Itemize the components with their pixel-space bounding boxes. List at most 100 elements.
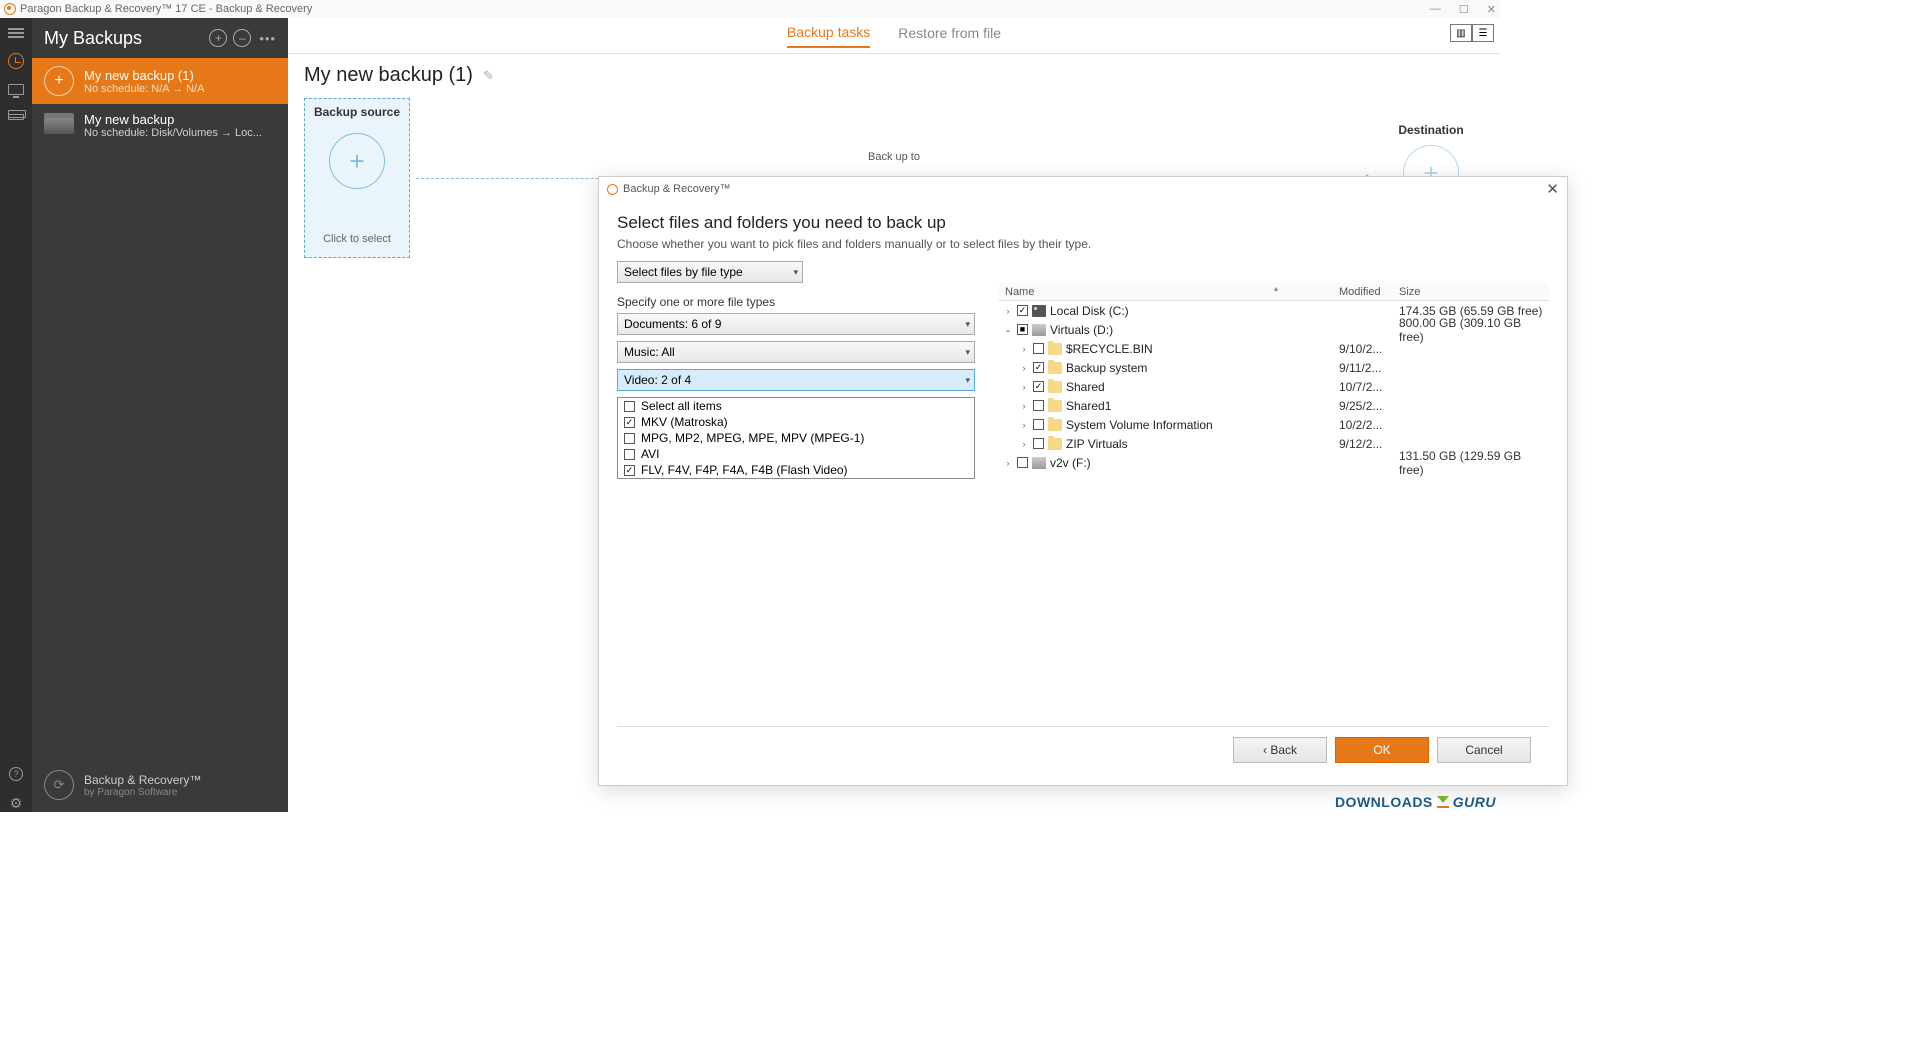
col-name[interactable]: Name [999,286,1339,298]
settings-icon[interactable]: ⚙ [10,795,23,812]
folder-icon [1048,419,1062,431]
backup-sub: No schedule: N/A → N/A [84,83,276,95]
backup-item[interactable]: My new backup No schedule: Disk/Volumes … [32,104,288,147]
folder-icon [1048,343,1062,355]
backup-to-label: Back up to [868,151,920,163]
expand-icon[interactable]: › [1003,458,1013,468]
page-title: My new backup (1) [304,64,473,87]
video-option[interactable]: ✓MKV (Matroska) [618,414,974,430]
close-button[interactable]: ✕ [1487,3,1496,16]
app-logo-icon [4,3,16,15]
recent-icon[interactable] [7,54,25,68]
checkbox-icon[interactable] [1033,400,1044,411]
backup-source-box[interactable]: Backup source + Click to select [304,98,410,258]
folder-icon [1048,438,1062,450]
minimize-button[interactable]: — [1430,3,1441,16]
sidebar-title: My Backups [44,28,203,49]
video-option[interactable]: AVI [618,446,974,462]
checkbox-icon[interactable]: ✓ [1017,305,1028,316]
remove-backup-button[interactable]: – [233,29,251,47]
product-by: by Paragon Software [84,787,201,798]
backup-item-active[interactable]: + My new backup (1) No schedule: N/A → N… [32,58,288,104]
menu-icon[interactable] [7,26,25,40]
maximize-button[interactable]: ☐ [1459,3,1469,16]
backup-sub: No schedule: Disk/Volumes → Loc... [84,127,276,139]
tree-row[interactable]: ›v2v (F:)131.50 GB (129.59 GB free) [999,453,1549,472]
select-mode-dropdown[interactable]: Select files by file type [617,261,803,283]
checkbox-icon [624,449,635,460]
tree-row[interactable]: ›✓Backup system9/11/2... [999,358,1549,377]
add-backup-button[interactable]: + [209,29,227,47]
dest-label: Destination [1398,123,1463,137]
tree-row[interactable]: ⌄■Virtuals (D:)800.00 GB (309.10 GB free… [999,320,1549,339]
download-icon [1437,796,1449,808]
tab-backup-tasks[interactable]: Backup tasks [787,24,870,48]
disk-icon [1032,457,1046,469]
left-nav-rail: ? ⚙ [0,18,32,812]
expand-icon[interactable]: › [1019,382,1029,392]
checkbox-icon[interactable]: ✓ [1033,362,1044,373]
col-modified[interactable]: Modified [1339,286,1399,298]
video-options-dropdown: Select all items✓MKV (Matroska)MPG, MP2,… [617,397,975,479]
dialog-close-button[interactable]: ✕ [1546,180,1559,198]
folder-icon [1048,381,1062,393]
filetype-music-select[interactable]: Music: All [617,341,975,363]
specify-label: Specify one or more file types [617,295,977,309]
ok-button[interactable]: OK [1335,737,1429,763]
tab-restore[interactable]: Restore from file [898,25,1001,47]
folder-icon [1048,400,1062,412]
video-option[interactable]: Select all items [618,398,974,414]
file-tree: Name ▴ Modified Size ›✓Local Disk (C:)17… [999,283,1549,479]
checkbox-icon[interactable]: ■ [1017,324,1028,335]
sort-indicator-icon: ▴ [1274,284,1278,293]
filetype-documents-select[interactable]: Documents: 6 of 9 [617,313,975,335]
drives-icon[interactable] [7,110,25,124]
filetype-video-select[interactable]: Video: 2 of 4 [617,369,975,391]
expand-icon[interactable]: › [1019,363,1029,373]
checkbox-icon[interactable] [1033,419,1044,430]
video-option[interactable]: MPG, MP2, MPEG, MPE, MPV (MPEG-1) [618,430,974,446]
help-icon[interactable]: ? [9,767,23,781]
view-list-button[interactable]: ☰ [1472,24,1494,42]
cancel-button[interactable]: Cancel [1437,737,1531,763]
window-title: Paragon Backup & Recovery™ 17 CE - Backu… [20,3,312,15]
backup-name: My new backup (1) [84,68,276,83]
expand-icon[interactable]: › [1019,420,1029,430]
hdd-icon [1032,305,1046,317]
checkbox-icon[interactable] [1033,438,1044,449]
dialog-description: Choose whether you want to pick files an… [617,237,1549,251]
tree-row[interactable]: ›System Volume Information10/2/2... [999,415,1549,434]
computer-icon[interactable] [7,82,25,96]
window-titlebar: Paragon Backup & Recovery™ 17 CE - Backu… [0,0,1500,18]
dialog-logo-icon [607,184,618,195]
dialog-title: Backup & Recovery™ [623,183,731,195]
disk-stack-icon [44,118,74,134]
sidebar: My Backups + – ••• + My new backup (1) N… [32,18,288,812]
checkbox-icon [624,433,635,444]
checkbox-icon[interactable]: ✓ [1033,381,1044,392]
video-option[interactable]: ✓FLV, F4V, F4P, F4A, F4B (Flash Video) [618,462,974,478]
checkbox-icon[interactable] [1017,457,1028,468]
expand-icon[interactable]: › [1019,401,1029,411]
expand-icon[interactable]: ⌄ [1003,324,1013,335]
dialog-heading: Select files and folders you need to bac… [617,213,1549,233]
folder-icon [1048,362,1062,374]
edit-icon[interactable]: ✎ [483,68,494,84]
col-size[interactable]: Size [1399,286,1549,298]
back-button[interactable]: ‹ Back [1233,737,1327,763]
main-content: Backup tasks Restore from file ▥ ☰ My ne… [288,18,1500,812]
select-files-dialog: Backup & Recovery™ ✕ Select files and fo… [598,176,1568,786]
checkbox-icon: ✓ [624,465,635,476]
checkbox-icon[interactable] [1033,343,1044,354]
more-menu-button[interactable]: ••• [259,31,276,46]
expand-icon[interactable]: › [1003,306,1013,316]
checkbox-icon: ✓ [624,417,635,428]
expand-icon[interactable]: › [1019,439,1029,449]
tree-row[interactable]: ›Shared19/25/2... [999,396,1549,415]
watermark: DOWNLOADS GURU [1335,794,1496,810]
plus-icon: + [329,133,385,189]
product-icon: ⟳ [44,770,74,800]
view-grid-button[interactable]: ▥ [1450,24,1472,42]
expand-icon[interactable]: › [1019,344,1029,354]
tree-row[interactable]: ›✓Shared10/7/2... [999,377,1549,396]
